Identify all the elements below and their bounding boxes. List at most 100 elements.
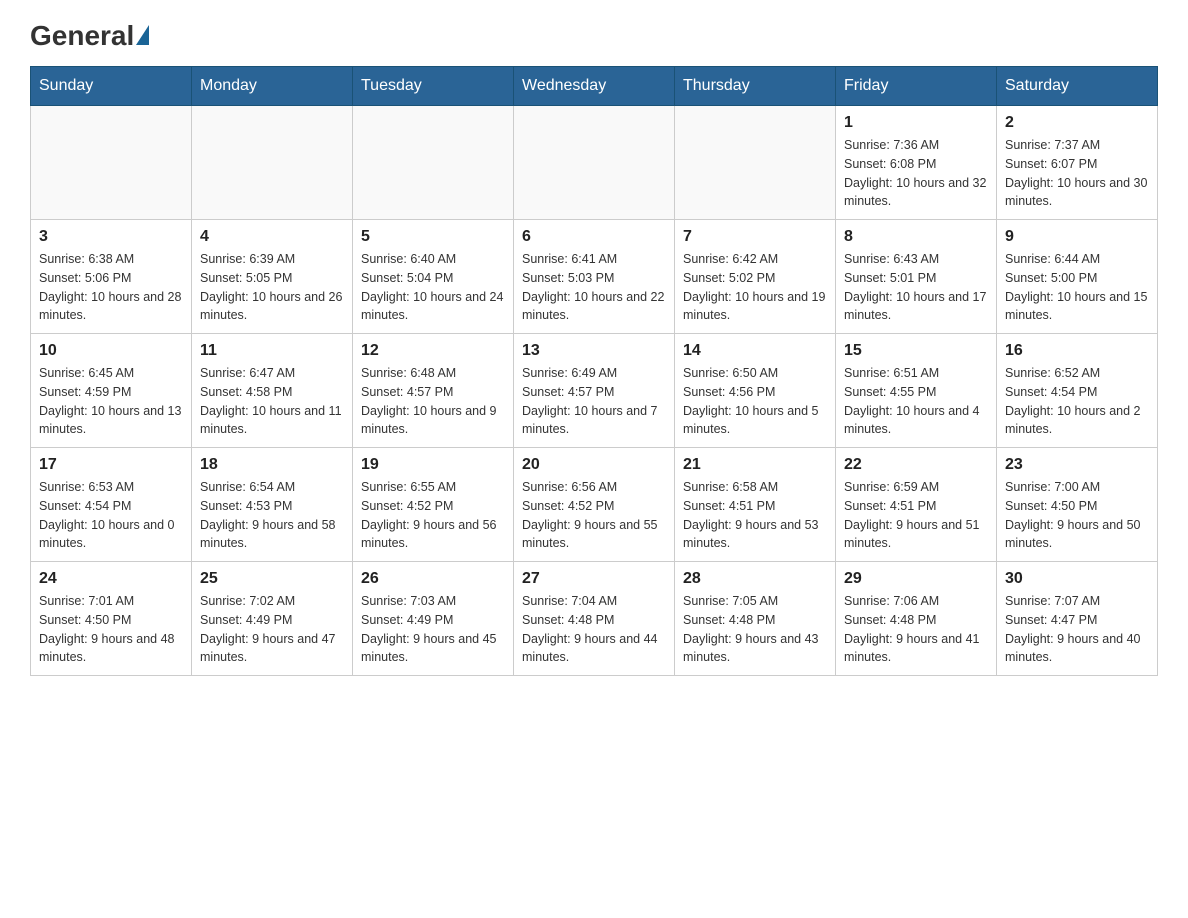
day-number: 18 [200, 456, 344, 474]
calendar-day-cell [675, 106, 836, 220]
calendar-day-cell: 17 Sunrise: 6:53 AMSunset: 4:54 PMDayligh… [31, 448, 192, 562]
day-info: Sunrise: 6:47 AMSunset: 4:58 PMDaylight:… [200, 364, 344, 439]
day-number: 3 [39, 228, 183, 246]
calendar-day-cell: 10Sunrise: 6:45 AMSunset: 4:59 PMDayligh… [31, 334, 192, 448]
day-number: 27 [522, 570, 666, 588]
calendar-day-cell: 14Sunrise: 6:50 AMSunset: 4:56 PMDayligh… [675, 334, 836, 448]
day-info: Sunrise: 6:49 AMSunset: 4:57 PMDaylight:… [522, 364, 666, 439]
day-info: Sunrise: 6:38 AMSunset: 5:06 PMDaylight:… [39, 250, 183, 325]
day-info: Sunrise: 6:40 AMSunset: 5:04 PMDaylight:… [361, 250, 505, 325]
day-number: 29 [844, 570, 988, 588]
logo: General [30, 20, 149, 46]
calendar-day-cell: 6 Sunrise: 6:41 AMSunset: 5:03 PMDaylight… [514, 220, 675, 334]
day-info: Sunrise: 6:56 AMSunset: 4:52 PMDaylight:… [522, 478, 666, 553]
day-number: 9 [1005, 228, 1149, 246]
calendar-week-row: 1 Sunrise: 7:36 AMSunset: 6:08 PMDaylight… [31, 106, 1158, 220]
day-info: Sunrise: 7:05 AMSunset: 4:48 PMDaylight:… [683, 592, 827, 667]
calendar-day-cell: 21 Sunrise: 6:58 AMSunset: 4:51 PMDayligh… [675, 448, 836, 562]
day-of-week-header: Saturday [997, 67, 1158, 106]
calendar-day-cell: 9 Sunrise: 6:44 AMSunset: 5:00 PMDaylight… [997, 220, 1158, 334]
day-number: 13 [522, 342, 666, 360]
day-info: Sunrise: 6:45 AMSunset: 4:59 PMDaylight:… [39, 364, 183, 439]
calendar-day-cell: 27 Sunrise: 7:04 AMSunset: 4:48 PMDayligh… [514, 562, 675, 676]
day-info: Sunrise: 6:44 AMSunset: 5:00 PMDaylight:… [1005, 250, 1149, 325]
day-info: Sunrise: 7:00 AMSunset: 4:50 PMDaylight:… [1005, 478, 1149, 553]
day-number: 21 [683, 456, 827, 474]
day-info: Sunrise: 6:51 AMSunset: 4:55 PMDaylight:… [844, 364, 988, 439]
day-info: Sunrise: 7:02 AMSunset: 4:49 PMDaylight:… [200, 592, 344, 667]
day-of-week-header: Tuesday [353, 67, 514, 106]
day-info: Sunrise: 7:04 AMSunset: 4:48 PMDaylight:… [522, 592, 666, 667]
calendar-day-cell: 15 Sunrise: 6:51 AMSunset: 4:55 PMDayligh… [836, 334, 997, 448]
day-info: Sunrise: 6:58 AMSunset: 4:51 PMDaylight:… [683, 478, 827, 553]
day-number: 1 [844, 114, 988, 132]
day-number: 5 [361, 228, 505, 246]
day-info: Sunrise: 6:54 AMSunset: 4:53 PMDaylight:… [200, 478, 344, 553]
calendar-week-row: 10Sunrise: 6:45 AMSunset: 4:59 PMDayligh… [31, 334, 1158, 448]
calendar-day-cell: 3 Sunrise: 6:38 AMSunset: 5:06 PMDaylight… [31, 220, 192, 334]
calendar-day-cell: 11 Sunrise: 6:47 AMSunset: 4:58 PMDayligh… [192, 334, 353, 448]
day-number: 25 [200, 570, 344, 588]
calendar-day-cell: 20 Sunrise: 6:56 AMSunset: 4:52 PMDayligh… [514, 448, 675, 562]
calendar-day-cell [514, 106, 675, 220]
calendar-day-cell [31, 106, 192, 220]
calendar-day-cell: 4Sunrise: 6:39 AMSunset: 5:05 PMDaylight… [192, 220, 353, 334]
day-info: Sunrise: 6:43 AMSunset: 5:01 PMDaylight:… [844, 250, 988, 325]
day-info: Sunrise: 7:06 AMSunset: 4:48 PMDaylight:… [844, 592, 988, 667]
day-number: 23 [1005, 456, 1149, 474]
day-info: Sunrise: 6:55 AMSunset: 4:52 PMDaylight:… [361, 478, 505, 553]
calendar-day-cell: 16Sunrise: 6:52 AMSunset: 4:54 PMDayligh… [997, 334, 1158, 448]
calendar-day-cell: 26Sunrise: 7:03 AMSunset: 4:49 PMDayligh… [353, 562, 514, 676]
day-info: Sunrise: 6:48 AMSunset: 4:57 PMDaylight:… [361, 364, 505, 439]
day-number: 15 [844, 342, 988, 360]
calendar-day-cell: 28Sunrise: 7:05 AMSunset: 4:48 PMDayligh… [675, 562, 836, 676]
calendar-day-cell [353, 106, 514, 220]
day-info: Sunrise: 6:50 AMSunset: 4:56 PMDaylight:… [683, 364, 827, 439]
calendar-day-cell: 25 Sunrise: 7:02 AMSunset: 4:49 PMDayligh… [192, 562, 353, 676]
calendar-table: SundayMondayTuesdayWednesdayThursdayFrid… [30, 66, 1158, 676]
day-number: 24 [39, 570, 183, 588]
day-number: 2 [1005, 114, 1149, 132]
logo-triangle [136, 25, 149, 45]
calendar-day-cell: 23 Sunrise: 7:00 AMSunset: 4:50 PMDayligh… [997, 448, 1158, 562]
day-info: Sunrise: 7:01 AMSunset: 4:50 PMDaylight:… [39, 592, 183, 667]
calendar-day-cell: 30Sunrise: 7:07 AMSunset: 4:47 PMDayligh… [997, 562, 1158, 676]
calendar-day-cell: 29 Sunrise: 7:06 AMSunset: 4:48 PMDayligh… [836, 562, 997, 676]
day-number: 20 [522, 456, 666, 474]
day-number: 26 [361, 570, 505, 588]
calendar-week-row: 24 Sunrise: 7:01 AMSunset: 4:50 PMDayligh… [31, 562, 1158, 676]
page-header: General [30, 20, 1158, 46]
calendar-day-cell: 18 Sunrise: 6:54 AMSunset: 4:53 PMDayligh… [192, 448, 353, 562]
calendar-day-cell: 8 Sunrise: 6:43 AMSunset: 5:01 PMDaylight… [836, 220, 997, 334]
day-info: Sunrise: 7:36 AMSunset: 6:08 PMDaylight:… [844, 136, 988, 211]
day-number: 12 [361, 342, 505, 360]
logo-general: General [30, 20, 134, 52]
day-info: Sunrise: 6:39 AMSunset: 5:05 PMDaylight:… [200, 250, 344, 325]
calendar-day-cell: 22Sunrise: 6:59 AMSunset: 4:51 PMDayligh… [836, 448, 997, 562]
day-info: Sunrise: 6:53 AMSunset: 4:54 PMDaylight:… [39, 478, 183, 553]
calendar-week-row: 3 Sunrise: 6:38 AMSunset: 5:06 PMDaylight… [31, 220, 1158, 334]
day-number: 30 [1005, 570, 1149, 588]
calendar-day-cell: 2 Sunrise: 7:37 AMSunset: 6:07 PMDaylight… [997, 106, 1158, 220]
day-number: 6 [522, 228, 666, 246]
logo-wordmark: General [30, 20, 149, 52]
day-number: 8 [844, 228, 988, 246]
calendar-header-row: SundayMondayTuesdayWednesdayThursdayFrid… [31, 67, 1158, 106]
calendar-day-cell: 19Sunrise: 6:55 AMSunset: 4:52 PMDayligh… [353, 448, 514, 562]
calendar-day-cell: 1 Sunrise: 7:36 AMSunset: 6:08 PMDaylight… [836, 106, 997, 220]
day-of-week-header: Sunday [31, 67, 192, 106]
day-number: 11 [200, 342, 344, 360]
day-of-week-header: Thursday [675, 67, 836, 106]
calendar-week-row: 17 Sunrise: 6:53 AMSunset: 4:54 PMDayligh… [31, 448, 1158, 562]
calendar-day-cell: 5 Sunrise: 6:40 AMSunset: 5:04 PMDaylight… [353, 220, 514, 334]
calendar-day-cell: 7Sunrise: 6:42 AMSunset: 5:02 PMDaylight… [675, 220, 836, 334]
day-info: Sunrise: 6:41 AMSunset: 5:03 PMDaylight:… [522, 250, 666, 325]
day-number: 17 [39, 456, 183, 474]
calendar-day-cell [192, 106, 353, 220]
day-of-week-header: Friday [836, 67, 997, 106]
calendar-day-cell: 12 Sunrise: 6:48 AMSunset: 4:57 PMDayligh… [353, 334, 514, 448]
day-number: 16 [1005, 342, 1149, 360]
day-info: Sunrise: 6:59 AMSunset: 4:51 PMDaylight:… [844, 478, 988, 553]
calendar-day-cell: 24 Sunrise: 7:01 AMSunset: 4:50 PMDayligh… [31, 562, 192, 676]
day-info: Sunrise: 7:37 AMSunset: 6:07 PMDaylight:… [1005, 136, 1149, 211]
